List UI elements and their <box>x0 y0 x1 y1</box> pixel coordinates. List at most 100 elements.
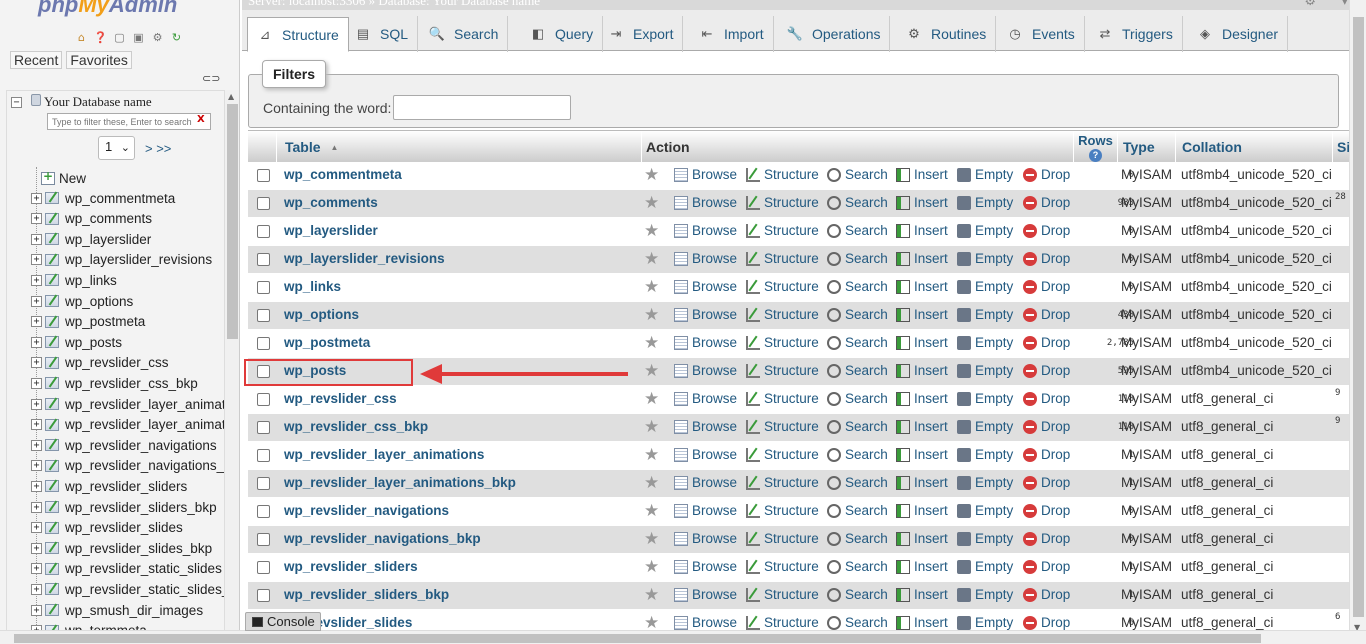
empty-action[interactable]: Empty <box>957 475 1013 490</box>
empty-action[interactable]: Empty <box>957 363 1013 378</box>
search-action[interactable]: Search <box>827 335 888 350</box>
tab-recent[interactable]: Recent <box>10 51 63 69</box>
search-action[interactable]: Search <box>827 559 888 574</box>
docs-icon[interactable]: ▢ <box>112 30 127 45</box>
link-icon[interactable]: ⊂⊃ <box>202 72 220 85</box>
row-checkbox[interactable] <box>257 309 270 322</box>
star-icon[interactable]: ★ <box>644 473 659 493</box>
insert-action[interactable]: Insert <box>896 419 948 434</box>
structure-action[interactable]: Structure <box>746 447 819 462</box>
drop-action[interactable]: Drop <box>1023 531 1070 546</box>
sidebar-table-item[interactable]: + wp_layerslider <box>31 229 151 249</box>
expand-icon[interactable]: + <box>31 336 42 348</box>
clear-filter-button[interactable]: X <box>197 114 205 125</box>
row-checkbox[interactable] <box>257 505 270 518</box>
drop-action[interactable]: Drop <box>1023 559 1070 574</box>
expand-icon[interactable]: + <box>31 419 42 431</box>
nav-scrollbar[interactable]: ▲ <box>224 90 239 644</box>
sidebar-table-item[interactable]: + wp_commentmeta <box>31 188 175 208</box>
expand-icon[interactable]: + <box>31 192 42 204</box>
header-rows[interactable]: Rows? <box>1073 131 1117 163</box>
insert-action[interactable]: Insert <box>896 531 948 546</box>
row-checkbox[interactable] <box>257 449 270 462</box>
browse-action[interactable]: Browse <box>674 307 737 322</box>
search-action[interactable]: Search <box>827 279 888 294</box>
structure-action[interactable]: Structure <box>746 503 819 518</box>
containing-word-input[interactable] <box>393 95 571 120</box>
star-icon[interactable]: ★ <box>644 557 659 577</box>
sidebar-table-item[interactable]: + wp_revslider_static_slides <box>31 559 222 579</box>
browse-action[interactable]: Browse <box>674 531 737 546</box>
browse-action[interactable]: Browse <box>674 419 737 434</box>
drop-action[interactable]: Drop <box>1023 475 1070 490</box>
tab-operations[interactable]: 🔧 Operations <box>778 16 891 52</box>
expand-icon[interactable]: + <box>31 377 42 389</box>
insert-action[interactable]: Insert <box>896 167 948 182</box>
table-name-link[interactable]: wp_links <box>284 279 341 294</box>
tab-structure[interactable]: ⊿ Structure <box>247 17 349 52</box>
scroll-up-icon[interactable]: ▲ <box>228 92 234 101</box>
empty-action[interactable]: Empty <box>957 307 1013 322</box>
row-checkbox[interactable] <box>257 337 270 350</box>
search-action[interactable]: Search <box>827 615 888 630</box>
search-action[interactable]: Search <box>827 307 888 322</box>
empty-action[interactable]: Empty <box>957 195 1013 210</box>
sidebar-table-item[interactable]: + wp_comments <box>31 209 152 229</box>
empty-action[interactable]: Empty <box>957 335 1013 350</box>
sidebar-table-item[interactable]: + wp_smush_dir_images <box>31 600 203 620</box>
sidebar-table-item[interactable]: + wp_revslider_css <box>31 353 169 373</box>
empty-action[interactable]: Empty <box>957 587 1013 602</box>
search-action[interactable]: Search <box>827 223 888 238</box>
sidebar-table-item[interactable]: + wp_revslider_css_bkp <box>31 373 198 393</box>
empty-action[interactable]: Empty <box>957 559 1013 574</box>
empty-action[interactable]: Empty <box>957 279 1013 294</box>
drop-action[interactable]: Drop <box>1023 363 1070 378</box>
search-action[interactable]: Search <box>827 587 888 602</box>
star-icon[interactable]: ★ <box>644 585 659 605</box>
browse-action[interactable]: Browse <box>674 223 737 238</box>
star-icon[interactable]: ★ <box>644 193 659 213</box>
structure-action[interactable]: Structure <box>746 615 819 630</box>
insert-action[interactable]: Insert <box>896 447 948 462</box>
home-icon[interactable]: ⌂ <box>74 30 89 45</box>
drop-action[interactable]: Drop <box>1023 503 1070 518</box>
structure-action[interactable]: Structure <box>746 363 819 378</box>
drop-action[interactable]: Drop <box>1023 419 1070 434</box>
row-checkbox[interactable] <box>257 477 270 490</box>
expand-icon[interactable]: + <box>31 480 42 492</box>
browse-action[interactable]: Browse <box>674 167 737 182</box>
table-name-link[interactable]: wp_layerslider <box>284 223 378 238</box>
insert-action[interactable]: Insert <box>896 587 948 602</box>
empty-action[interactable]: Empty <box>957 531 1013 546</box>
expand-icon[interactable]: + <box>31 274 42 286</box>
breadcrumb-server[interactable]: Server: localhost:3306 <box>248 0 365 8</box>
tab-search[interactable]: 🔍 Search <box>420 16 509 52</box>
table-name-link[interactable]: wp_revslider_css <box>284 391 397 406</box>
browse-action[interactable]: Browse <box>674 615 737 630</box>
star-icon[interactable]: ★ <box>644 277 659 297</box>
insert-action[interactable]: Insert <box>896 307 948 322</box>
empty-action[interactable]: Empty <box>957 391 1013 406</box>
empty-action[interactable]: Empty <box>957 223 1013 238</box>
browse-action[interactable]: Browse <box>674 363 737 378</box>
insert-action[interactable]: Insert <box>896 335 948 350</box>
expand-icon[interactable]: + <box>31 295 42 307</box>
sidebar-table-item[interactable]: + wp_options <box>31 291 133 311</box>
structure-action[interactable]: Structure <box>746 419 819 434</box>
table-name-link[interactable]: wp_revslider_layer_animations_bkp <box>284 475 516 490</box>
structure-action[interactable]: Structure <box>746 335 819 350</box>
main-scrollbar-thumb[interactable] <box>1353 17 1364 617</box>
star-icon[interactable]: ★ <box>644 249 659 269</box>
browse-action[interactable]: Browse <box>674 279 737 294</box>
star-icon[interactable]: ★ <box>644 221 659 241</box>
new-table-item[interactable]: New <box>37 169 86 187</box>
structure-action[interactable]: Structure <box>746 559 819 574</box>
row-checkbox[interactable] <box>257 169 270 182</box>
star-icon[interactable]: ★ <box>644 501 659 521</box>
drop-action[interactable]: Drop <box>1023 251 1070 266</box>
page-select[interactable]: 1 ⌄ <box>98 136 135 160</box>
tab-import[interactable]: ⇤ Import <box>690 16 774 52</box>
empty-action[interactable]: Empty <box>957 419 1013 434</box>
row-checkbox[interactable] <box>257 281 270 294</box>
search-action[interactable]: Search <box>827 167 888 182</box>
